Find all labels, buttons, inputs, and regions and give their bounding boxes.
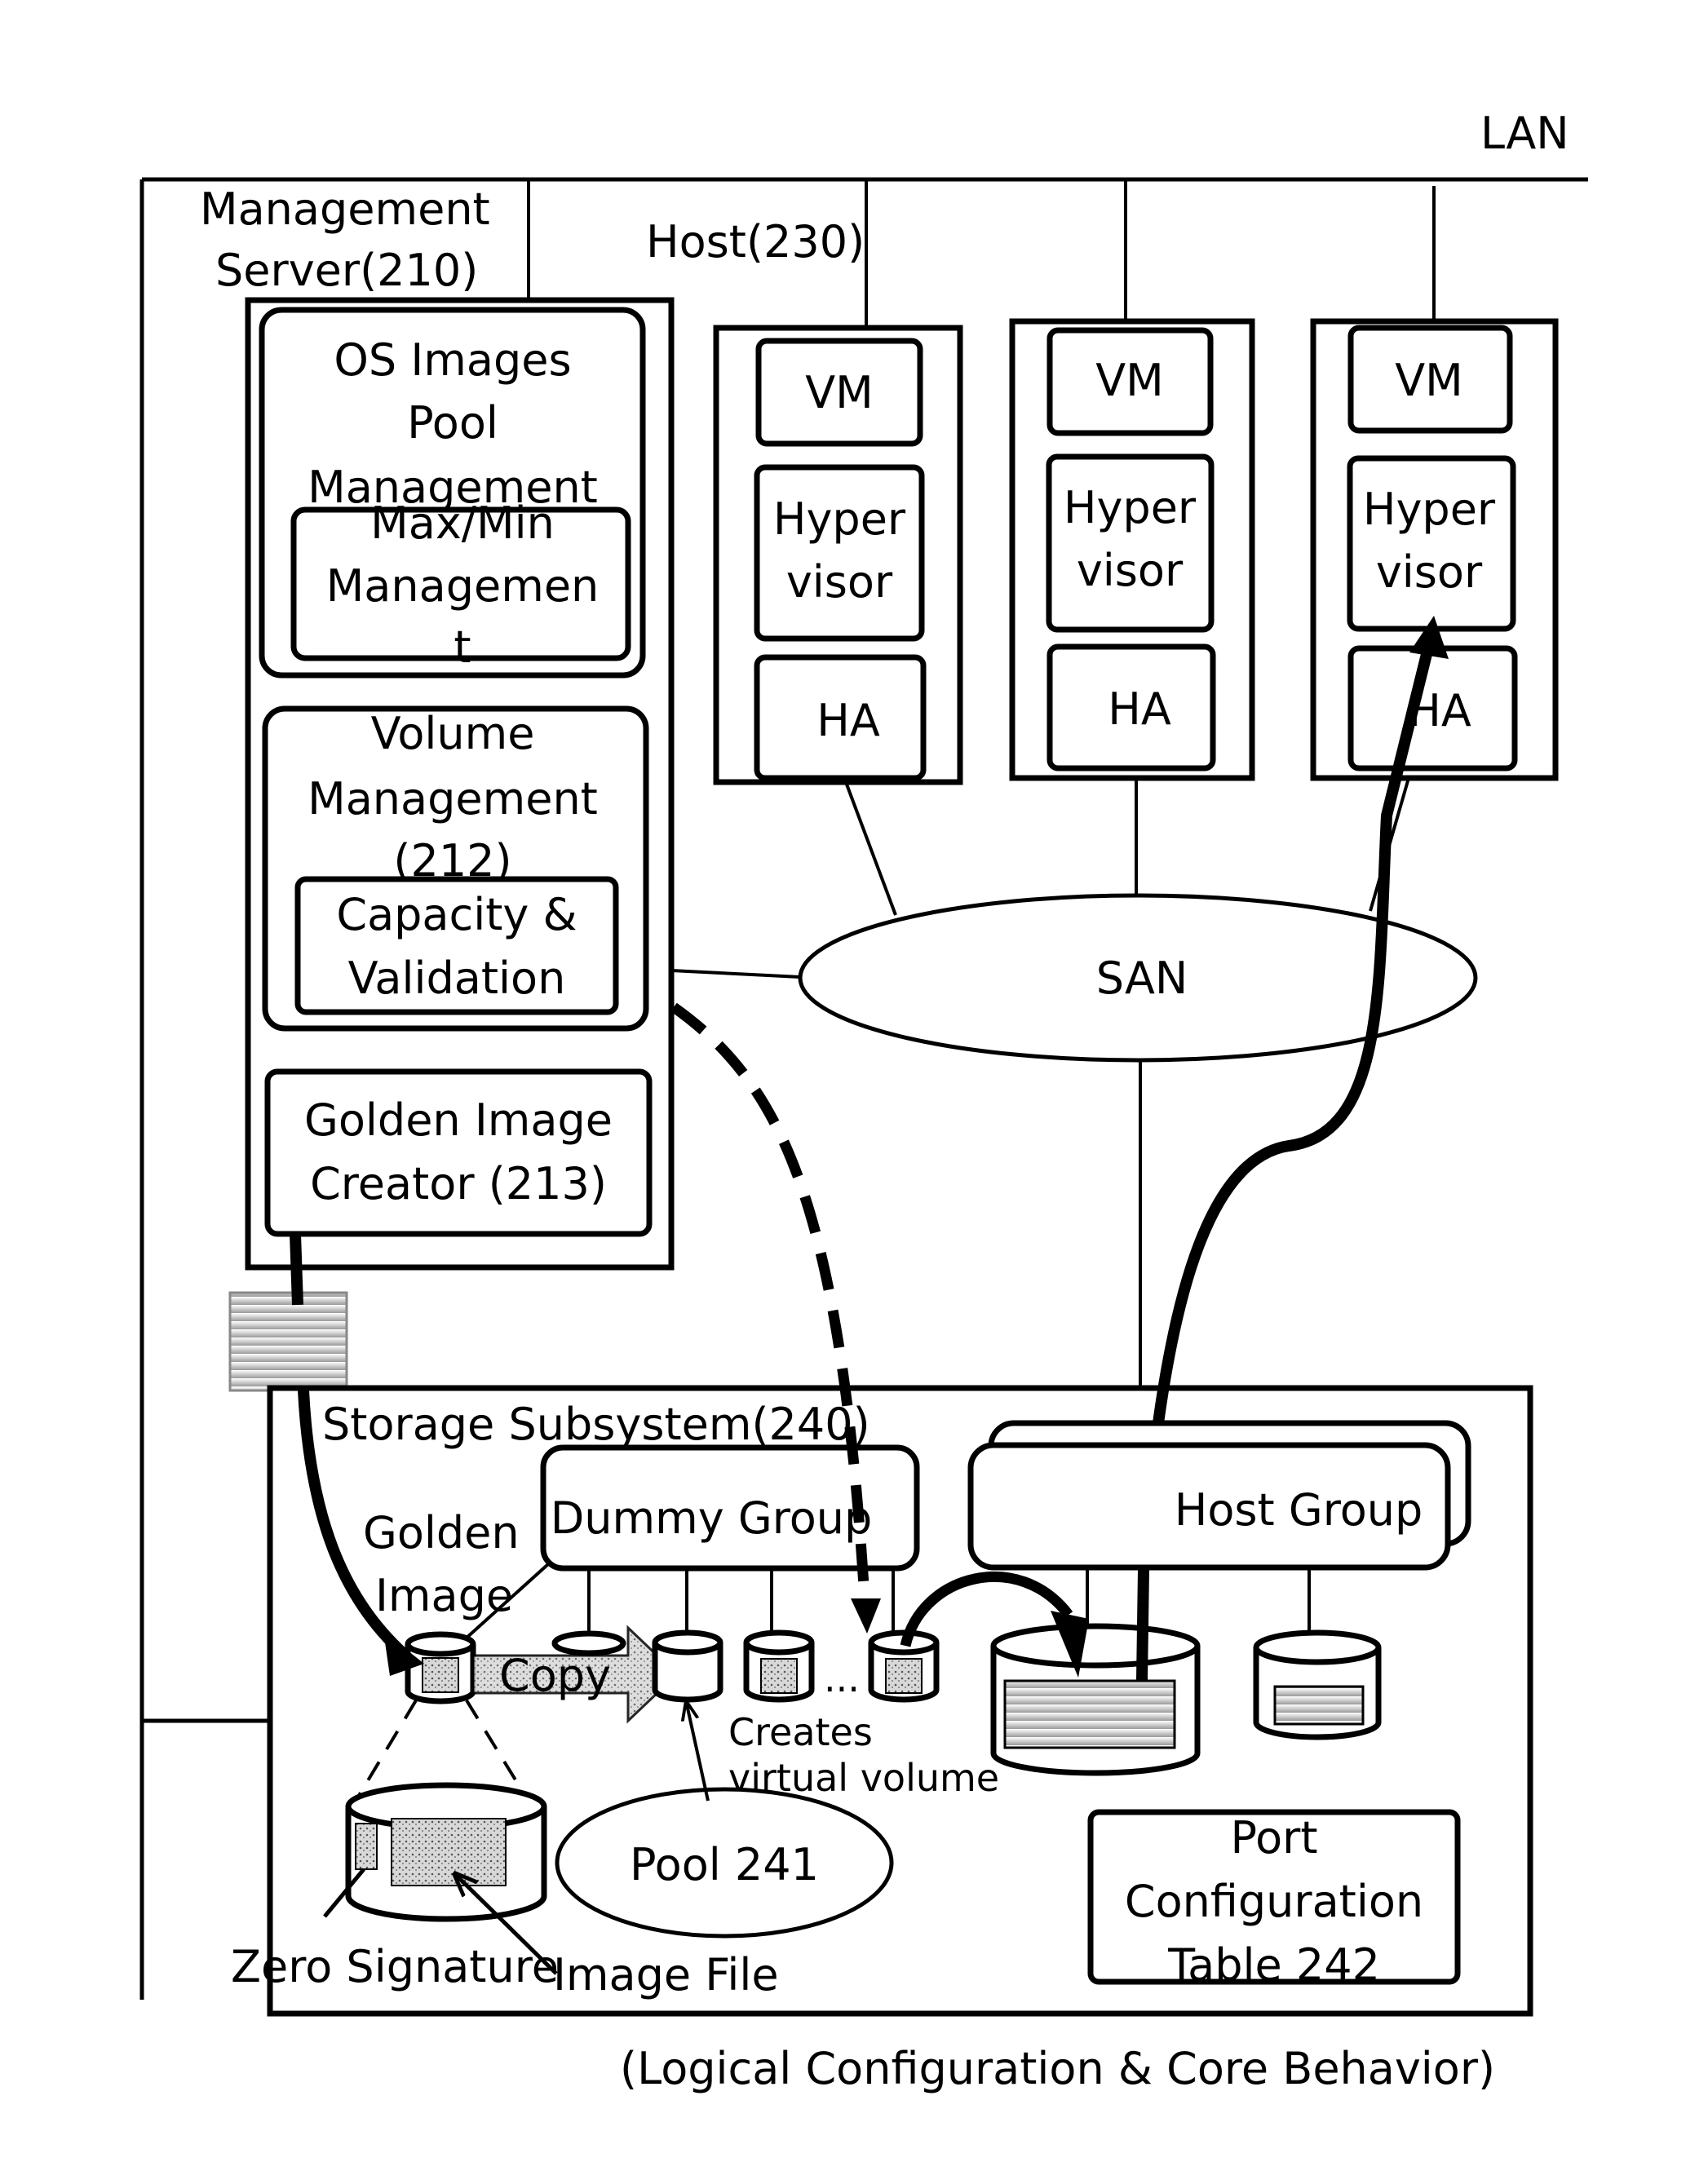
svg-text:Creator (213): Creator (213)	[310, 1158, 607, 1209]
zero-signature-label: Zero Signature	[231, 1941, 559, 1992]
svg-text:HA: HA	[1108, 683, 1171, 735]
volume-management[interactable]: Volume Management (212) Capacity & Valid…	[262, 705, 649, 1032]
host-volume-small[interactable]	[1253, 1629, 1382, 1740]
golden-image-volume[interactable]	[405, 1631, 476, 1704]
svg-text:Golden Image: Golden Image	[304, 1094, 613, 1146]
svg-text:visor: visor	[1376, 546, 1483, 598]
svg-text:Volume: Volume	[371, 708, 535, 759]
svg-text:HA: HA	[816, 695, 880, 746]
svg-text:Port: Port	[1230, 1812, 1317, 1864]
svg-text:Host Group: Host Group	[1175, 1484, 1423, 1536]
san-links	[670, 777, 1410, 1388]
creates-label-line1: Creates	[728, 1710, 873, 1754]
golden-image-token	[228, 1291, 348, 1392]
copy-label: Copy	[499, 1650, 611, 1701]
max-min-management[interactable]: Max/Min Managemen t	[290, 497, 631, 673]
svg-text:Pool: Pool	[407, 397, 498, 449]
image-file-block	[391, 1818, 507, 1886]
host-3-vm[interactable]: VM	[1347, 325, 1513, 434]
golden-image-creator[interactable]: Golden Image Creator (213)	[264, 1068, 653, 1237]
svg-text:Managemen: Managemen	[326, 560, 600, 612]
new-volume[interactable]	[652, 1629, 723, 1703]
host-2-vm[interactable]: VM	[1046, 327, 1214, 436]
svg-text:Management: Management	[308, 773, 598, 825]
svg-text:VM: VM	[805, 367, 874, 418]
golden-image-label-line1: Golden	[363, 1507, 520, 1558]
svg-text:Hyper: Hyper	[1064, 482, 1197, 533]
storage-subsystem: Storage Subsystem(240) Dummy Group Host …	[231, 1385, 1533, 2017]
host-3-ha[interactable]: HA	[1347, 645, 1518, 772]
svg-text:Pool 241: Pool 241	[630, 1839, 819, 1890]
virtual-volume-1[interactable]	[743, 1629, 815, 1703]
host-volume-large[interactable]	[990, 1623, 1201, 1776]
svg-text:VM: VM	[1095, 355, 1164, 406]
pool-241[interactable]: Pool 241	[555, 1787, 894, 1939]
host-1: VM Hyper visor HA	[713, 325, 963, 785]
diagram-canvas: LAN Management Server(210) OS Images Poo…	[139, 108, 1588, 2094]
host-1-ha[interactable]: HA	[754, 654, 927, 781]
host-3-hypervisor[interactable]: Hyper visor	[1347, 455, 1516, 632]
svg-text:Hyper: Hyper	[773, 493, 906, 545]
host-3: VM Hyper visor HA	[1310, 318, 1559, 781]
svg-text:OS Images: OS Images	[334, 334, 571, 386]
svg-text:visor: visor	[1077, 545, 1184, 596]
mgmt-title-line1: Management	[200, 183, 490, 235]
capacity-validation[interactable]: Capacity & Validation	[294, 876, 619, 1015]
svg-text:Table 242: Table 242	[1167, 1939, 1380, 1991]
host-label: Host(230)	[646, 216, 865, 267]
svg-text:VM: VM	[1395, 355, 1463, 406]
host-group[interactable]: Host Group	[967, 1420, 1471, 1571]
svg-text:visor: visor	[786, 556, 893, 608]
figure-caption: (Logical Configuration & Core Behavior)	[620, 2043, 1495, 2094]
storage-title: Storage Subsystem(240)	[322, 1399, 870, 1450]
os-images-pool-management[interactable]: OS Images Pool Managemen t Max/Min Manage…	[259, 307, 646, 679]
host-2-hypervisor[interactable]: Hyper visor	[1046, 453, 1215, 633]
svg-text:Validation: Validation	[348, 953, 566, 1004]
host-2: VM Hyper visor HA	[1009, 318, 1255, 781]
host-2-ha[interactable]: HA	[1046, 643, 1216, 772]
image-file-label: Image File	[553, 1949, 779, 2001]
svg-text:Dummy Group: Dummy Group	[551, 1492, 873, 1544]
management-server: Management Server(210) OS Images Pool Ma…	[200, 183, 675, 1271]
port-configuration-table[interactable]: Port Configuration Table 242	[1087, 1809, 1461, 1991]
mgmt-title-line2: Server(210)	[215, 245, 478, 296]
host-1-hypervisor[interactable]: Hyper visor	[754, 464, 925, 642]
svg-text:Configuration: Configuration	[1125, 1876, 1423, 1927]
lan-label: LAN	[1480, 108, 1569, 159]
golden-image-detail-volume[interactable]	[345, 1782, 547, 1922]
zero-signature-block	[355, 1823, 378, 1870]
svg-text:Hyper: Hyper	[1363, 484, 1496, 535]
host-1-vm[interactable]: VM	[755, 338, 923, 447]
svg-text:Max/Min: Max/Min	[370, 497, 555, 549]
svg-text:Capacity &: Capacity &	[336, 889, 577, 940]
svg-text:t: t	[454, 621, 471, 673]
san-label: SAN	[1096, 953, 1188, 1004]
volume-ellipsis: ...	[824, 1656, 860, 1700]
